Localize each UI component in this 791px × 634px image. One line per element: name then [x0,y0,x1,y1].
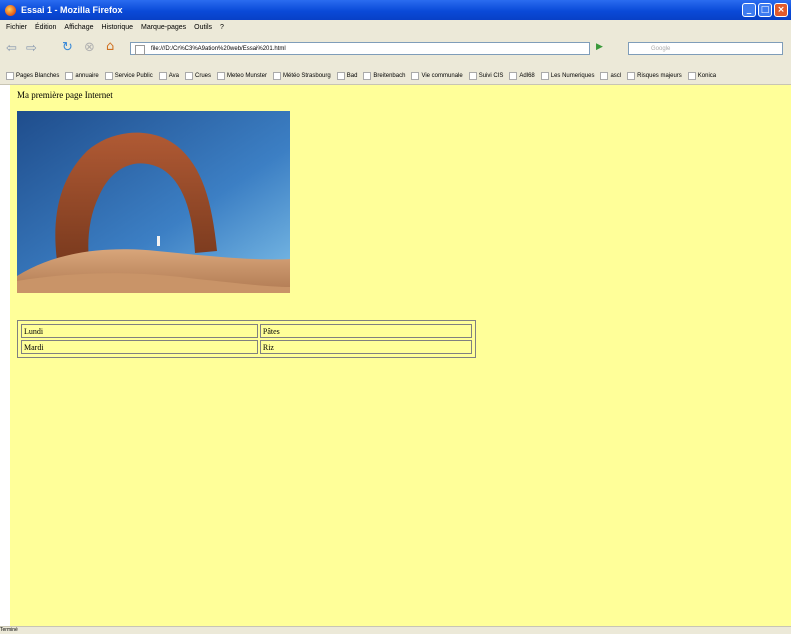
status-text: Terminé [0,627,18,633]
bookmark-icon [158,72,167,80]
bookmark-item[interactable]: Risques majeurs [627,72,682,80]
minimize-button[interactable]: _ [742,3,756,17]
bookmark-item[interactable]: Meteo Munster [217,72,267,80]
bookmark-item[interactable]: Les Numeriques [540,72,594,80]
bookmark-icon [273,72,282,80]
close-button[interactable]: × [774,3,788,17]
page-content: Ma première page Internet Lundi Pâtes Ma… [10,85,791,626]
bookmark-item[interactable]: Météo Strasbourg [273,72,331,80]
bookmark-item[interactable]: Crues [184,72,211,80]
bookmark-icon [600,72,609,80]
menu-edition[interactable]: Édition [35,24,56,31]
bookmark-item[interactable]: Bad [336,72,357,80]
bookmark-icon [6,72,14,80]
bookmark-item[interactable]: annuaire [65,72,99,80]
maximize-button[interactable]: □ [758,3,772,17]
bookmark-item[interactable]: ascl [600,72,621,80]
bookmark-icon [184,72,193,80]
bookmark-icon [336,72,345,80]
table-cell: Lundi [21,324,258,338]
table-cell: Mardi [21,340,258,354]
bookmark-item[interactable]: Vie communale [411,72,463,80]
table-row: Lundi Pâtes [21,324,472,338]
data-table: Lundi Pâtes Mardi Riz [17,320,476,358]
menu-historique[interactable]: Historique [101,24,133,31]
window-controls: _ □ × [742,3,788,17]
address-bar[interactable]: file:///D:/Cr%C3%A9ation%20web/Essai%201… [130,42,590,55]
bookmark-icon [363,72,372,80]
window-title: Essai 1 - Mozilla Firefox [21,5,123,15]
menu-affichage[interactable]: Affichage [64,24,93,31]
bookmark-item[interactable]: Service Public [104,72,153,80]
navigation-toolbar: ⇦ ⇨ ↻ ⊗ ⌂ file:///D:/Cr%C3%A9ation%20web… [0,34,791,68]
bookmark-icon [687,72,696,80]
table-row: Mardi Riz [21,340,472,354]
bookmark-item[interactable]: Pages Blanches [6,72,59,80]
home-icon[interactable]: ⌂ [106,39,114,54]
menu-bar: Fichier Édition Affichage Historique Mar… [0,20,791,34]
bookmark-icon [540,72,549,80]
page-heading: Ma première page Internet [17,90,113,100]
page-icon [135,45,145,55]
search-placeholder: Google [651,46,671,52]
bookmark-icon [65,72,74,80]
bookmarks-toolbar: Pages Blanches annuaire Service Public A… [0,68,791,85]
bookmark-item[interactable]: Suivi CIS [468,72,503,80]
stop-icon[interactable]: ⊗ [84,40,95,55]
bookmark-icon [217,72,225,80]
bookmark-icon [627,72,636,80]
search-box[interactable]: Google [628,42,783,55]
bookmark-item[interactable]: Konica [687,72,716,80]
bookmark-item[interactable]: Breitenbach [363,72,405,80]
table-cell: Pâtes [259,324,472,338]
bookmark-icon [411,72,420,80]
bookmark-icon [104,72,113,80]
firefox-logo-icon [5,4,16,16]
window-titlebar: Essai 1 - Mozilla Firefox _ □ × [0,0,791,20]
forward-icon[interactable]: ⇨ [26,41,37,56]
menu-outils[interactable]: Outils [194,24,212,31]
reload-icon[interactable]: ↻ [62,40,73,55]
go-arrow-icon[interactable]: ▶ [596,42,603,52]
bookmark-item[interactable]: Adl68 [509,72,535,80]
back-icon[interactable]: ⇦ [6,41,17,56]
address-text: file:///D:/Cr%C3%A9ation%20web/Essai%201… [151,46,286,52]
bookmark-icon [509,72,518,80]
bookmark-icon [468,72,477,80]
table-cell: Riz [259,340,472,354]
bookmark-item[interactable]: Ava [158,72,179,80]
menu-help[interactable]: ? [220,24,224,31]
arch-photo [17,111,290,293]
menu-fichier[interactable]: Fichier [6,24,27,31]
menu-marque-pages[interactable]: Marque-pages [141,24,186,31]
